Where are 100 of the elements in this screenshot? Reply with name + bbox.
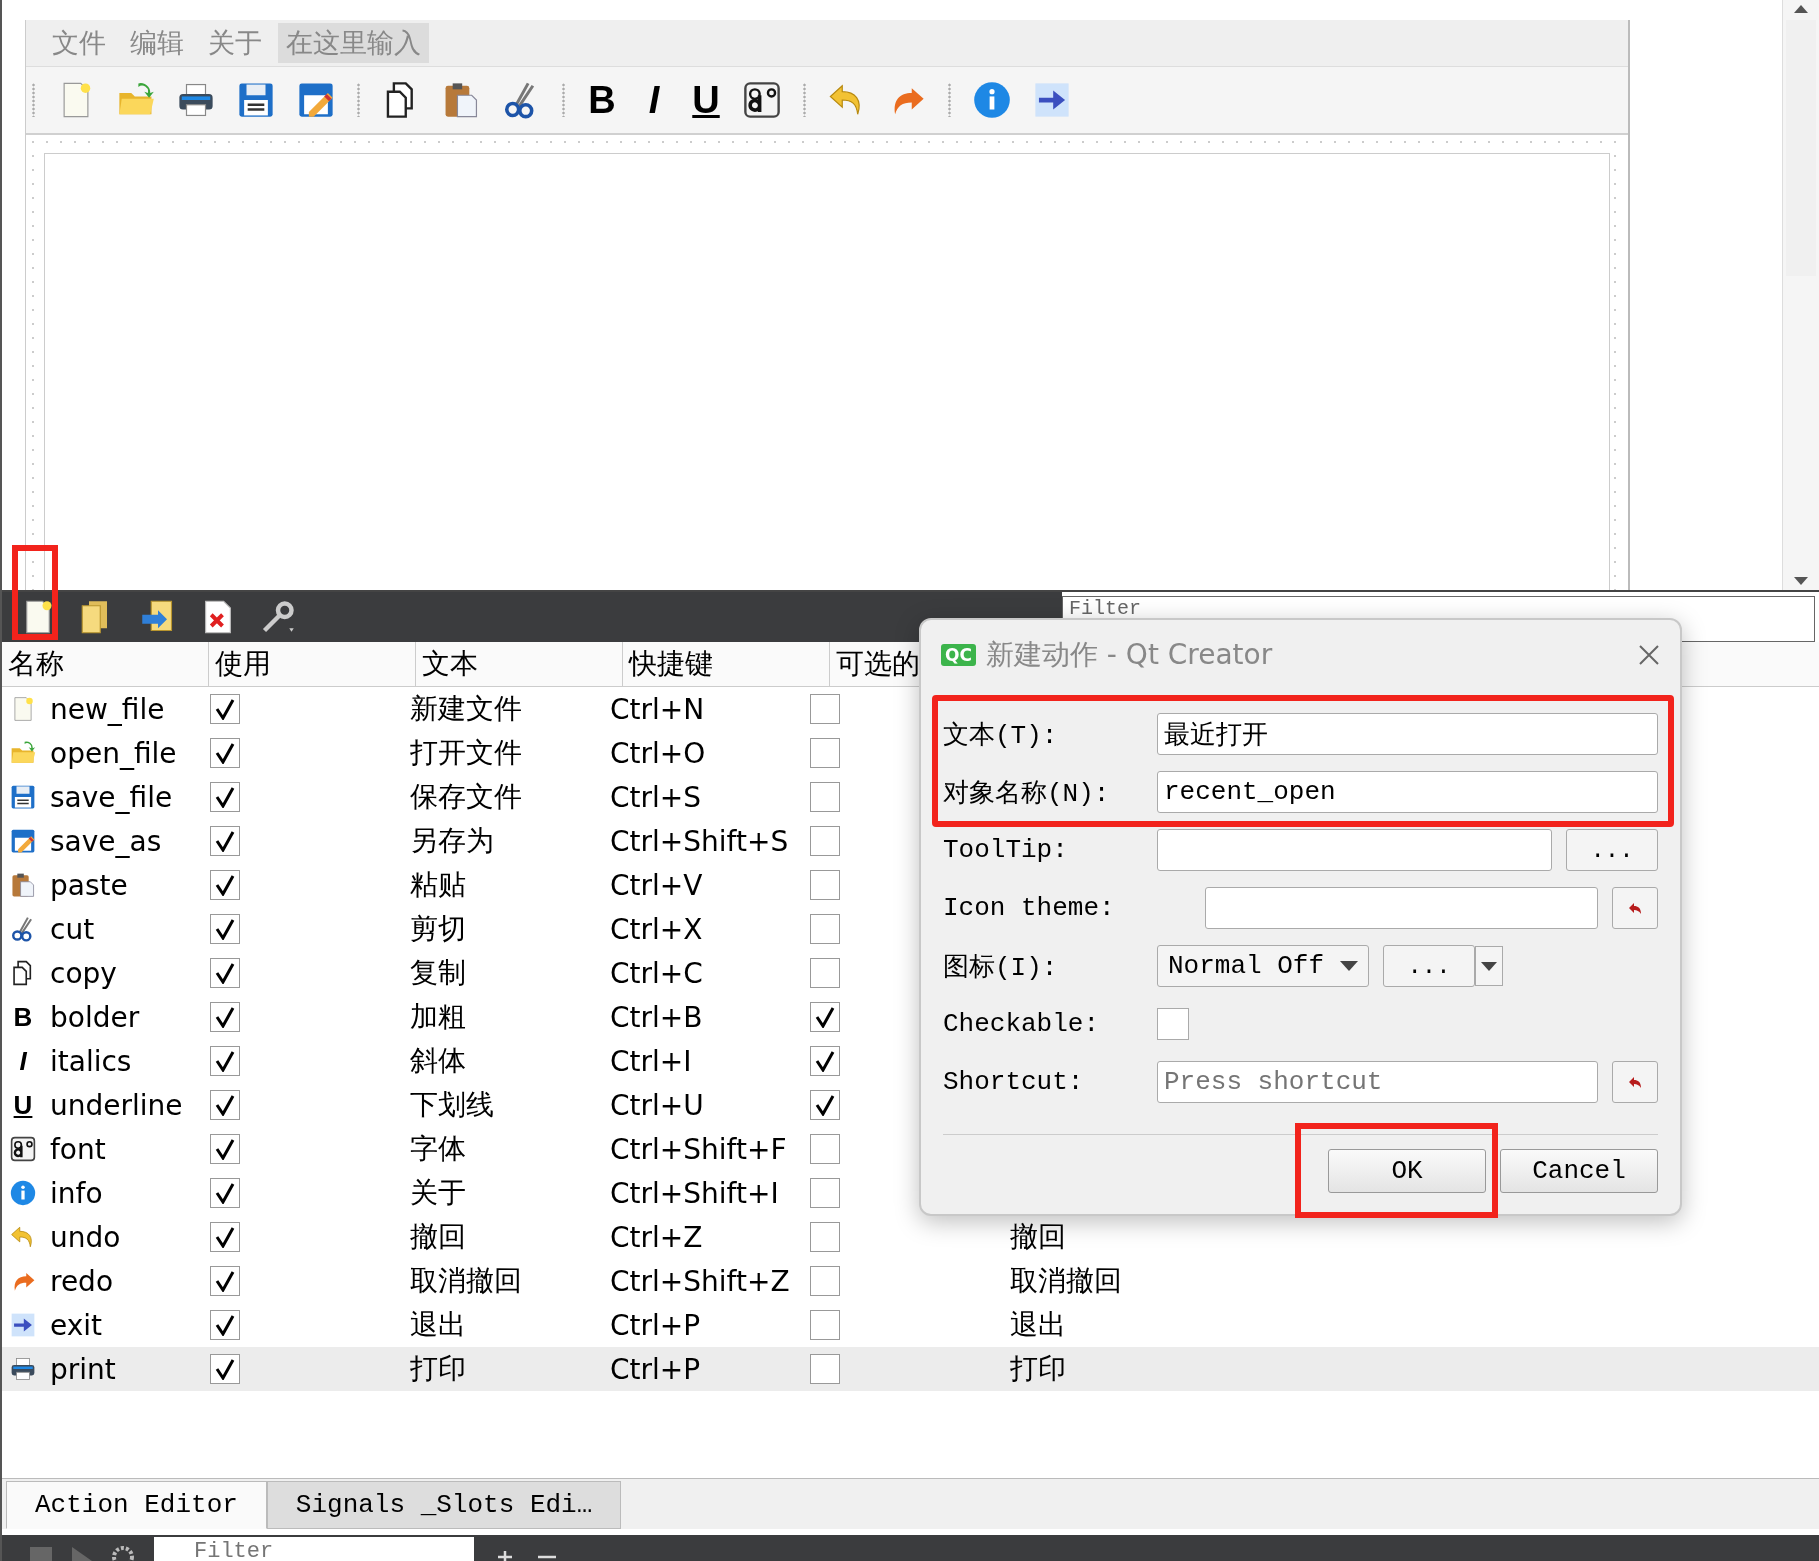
tooltip-field[interactable] (1157, 829, 1552, 871)
table-cell: print (50, 1352, 116, 1386)
table-cell: open_file (50, 736, 177, 770)
shortcut-field[interactable]: Press shortcut (1157, 1061, 1598, 1103)
checkbox[interactable] (810, 1090, 840, 1120)
checkbox[interactable] (210, 870, 240, 900)
checkbox[interactable] (210, 1310, 240, 1340)
checkbox[interactable] (810, 1134, 840, 1164)
checkbox[interactable] (210, 1046, 240, 1076)
tab[interactable]: Signals _Slots Edi… (266, 1481, 622, 1529)
checkbox[interactable] (210, 1266, 240, 1296)
column-header[interactable]: 名称 (2, 642, 209, 686)
format-button[interactable]: B (587, 78, 617, 122)
icon-mode-dropdown[interactable]: Normal Off (1157, 945, 1369, 987)
app-logo: QC (941, 644, 976, 666)
checkbox[interactable] (210, 694, 240, 724)
checkbox[interactable] (810, 958, 840, 988)
table-cell: bolder (50, 1000, 140, 1034)
checkbox[interactable] (210, 1354, 240, 1384)
table-cell-text: 新建文件 (410, 691, 522, 727)
reset-button[interactable] (1612, 1061, 1658, 1103)
wrench-icon (260, 599, 296, 635)
table-cell: Ctrl+Shift+Z (610, 1264, 790, 1298)
format-glyph-icon: U (10, 1089, 36, 1121)
checkbox[interactable] (210, 826, 240, 856)
format-glyph-icon: B (10, 1001, 36, 1033)
checkbox[interactable] (810, 782, 840, 812)
table-cell-text: 取消撤回 (410, 1263, 522, 1299)
checkbox[interactable] (810, 1046, 840, 1076)
column-header[interactable]: 文本 (416, 642, 623, 686)
checkbox[interactable] (810, 1002, 840, 1032)
dialog-button[interactable]: OK (1328, 1149, 1486, 1193)
checkbox[interactable] (210, 914, 240, 944)
checkbox[interactable] (210, 1222, 240, 1252)
table-cell-text: 保存文件 (410, 779, 522, 815)
object-name-field[interactable]: recent_open (1157, 771, 1658, 813)
table-cell: redo (50, 1264, 114, 1298)
close-icon[interactable] (1638, 644, 1660, 666)
checkbox[interactable] (810, 1222, 840, 1252)
table-cell-text: 打开文件 (410, 735, 522, 771)
checkbox[interactable] (810, 870, 840, 900)
dialog-title: 新建动作 - Qt Creator (985, 637, 1273, 673)
tab[interactable]: Action Editor (6, 1481, 267, 1529)
table-cell: Ctrl+Shift+S (610, 824, 789, 858)
folder-icon (10, 740, 36, 766)
table-cell-text: 字体 (410, 1131, 466, 1167)
table-cell-text: 撤回 (410, 1219, 466, 1255)
checkbox[interactable] (210, 1134, 240, 1164)
field-label: 文本(T): (943, 719, 1059, 752)
table-cell-text: 下划线 (410, 1087, 494, 1123)
field-label: Checkable: (943, 1009, 1101, 1039)
checkbox[interactable] (810, 914, 840, 944)
column-header[interactable]: 快捷键 (623, 642, 830, 686)
table-cell-text: 退出 (1010, 1307, 1066, 1343)
table-cell-text: 斜体 (410, 1043, 466, 1079)
dropdown-arrow-icon (1340, 961, 1358, 971)
table-cell: undo (50, 1220, 121, 1254)
table-cell-text: 另存为 (410, 823, 494, 859)
checkbox[interactable] (210, 1090, 240, 1120)
table-cell: copy (50, 956, 117, 990)
scroll-up-icon[interactable] (1793, 4, 1809, 14)
checkbox[interactable] (210, 1178, 240, 1208)
table-cell: Ctrl+P (610, 1352, 701, 1386)
table-cell: Ctrl+P (610, 1308, 701, 1342)
filter-field[interactable]: Filter (154, 1537, 474, 1561)
table-cell: save_file (50, 780, 173, 814)
field-label: ToolTip: (943, 835, 1069, 865)
checkbox[interactable] (210, 738, 240, 768)
column-header[interactable]: 使用 (209, 642, 416, 686)
table-cell: info (50, 1176, 103, 1210)
format-button[interactable]: U (691, 78, 721, 122)
checkbox[interactable] (810, 1354, 840, 1384)
checkbox[interactable] (210, 958, 240, 988)
browse-button[interactable]: ... (1383, 945, 1475, 987)
table-cell: Ctrl+Shift+I (610, 1176, 779, 1210)
checkbox[interactable] (210, 1002, 240, 1032)
table-cell-text: 撤回 (1010, 1219, 1066, 1255)
checkbox[interactable] (810, 1310, 840, 1340)
checkbox[interactable] (810, 694, 840, 724)
checkbox[interactable] (1157, 1008, 1189, 1040)
table-cell: font (50, 1132, 106, 1166)
table-cell: Ctrl+X (610, 912, 703, 946)
scroll-down-icon[interactable] (1793, 576, 1809, 586)
format-button[interactable]: I (639, 78, 669, 122)
dropdown-button[interactable] (1475, 946, 1503, 986)
table-cell: Ctrl+B (610, 1000, 703, 1034)
checkbox[interactable] (810, 738, 840, 768)
reset-button[interactable] (1612, 887, 1658, 929)
checkbox[interactable] (810, 826, 840, 856)
table-cell: Ctrl+N (610, 692, 705, 726)
table-cell: save_as (50, 824, 162, 858)
dialog-button[interactable]: Cancel (1500, 1149, 1658, 1193)
browse-button[interactable]: ... (1566, 829, 1658, 871)
checkbox[interactable] (810, 1178, 840, 1208)
info-icon (973, 81, 1011, 119)
field-label: Shortcut: (943, 1067, 1085, 1097)
checkbox[interactable] (210, 782, 240, 812)
text-field[interactable]: 最近打开 (1157, 713, 1658, 755)
icon-theme-field[interactable] (1205, 887, 1598, 929)
checkbox[interactable] (810, 1266, 840, 1296)
